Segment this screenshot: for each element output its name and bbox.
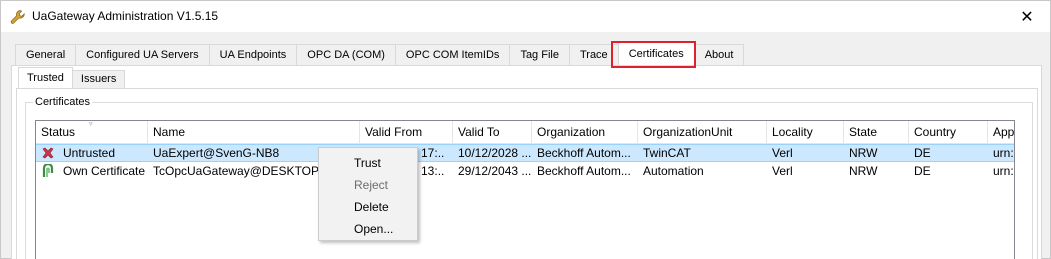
- app-window: UaGateway Administration V1.5.15 ✕ Gener…: [0, 0, 1051, 259]
- window-title: UaGateway Administration V1.5.15: [32, 9, 219, 23]
- table-row[interactable]: Own Certificate TcOpcUaGateway@DESKTOP-2…: [36, 163, 1014, 181]
- cell-organization-unit: Automation: [643, 164, 704, 178]
- tab-general[interactable]: General: [15, 44, 77, 65]
- sub-tabs: Trusted Issuers: [18, 67, 126, 88]
- menu-item-reject: Reject: [354, 178, 389, 192]
- green-certificate-icon: [42, 164, 54, 177]
- red-x-icon: [42, 147, 54, 159]
- subtab-trusted[interactable]: Trusted: [18, 67, 73, 88]
- cell-app: urn:: [993, 164, 1014, 178]
- context-menu: Trust Reject Delete Open...: [318, 147, 418, 241]
- wrench-icon: [10, 10, 25, 24]
- column-header-state[interactable]: State: [844, 121, 909, 144]
- title-bar[interactable]: UaGateway Administration V1.5.15 ✕: [1, 1, 1050, 32]
- certificates-group-label: Certificates: [33, 96, 93, 108]
- tab-opc-da-com[interactable]: OPC DA (COM): [296, 44, 396, 65]
- cell-valid-to: 29/12/2043 ...: [458, 164, 532, 178]
- cell-country: DE: [914, 146, 931, 160]
- cell-organization: Beckhoff Autom...: [537, 146, 631, 160]
- sort-indicator-icon: ▿: [89, 121, 93, 128]
- cell-locality: Verl: [772, 164, 793, 178]
- cell-state: NRW: [849, 164, 878, 178]
- cell-locality: Verl: [772, 146, 793, 160]
- column-header-organization-unit[interactable]: OrganizationUnit: [638, 121, 767, 144]
- certificate-list[interactable]: Status ▿ Name Valid From Valid To Organi…: [35, 120, 1015, 259]
- column-header-name[interactable]: Name: [148, 121, 360, 144]
- tab-configured-ua-servers[interactable]: Configured UA Servers: [75, 44, 210, 65]
- close-icon: ✕: [1020, 8, 1034, 26]
- column-header-country[interactable]: Country: [909, 121, 988, 144]
- tab-about[interactable]: About: [693, 44, 745, 65]
- column-header-valid-to[interactable]: Valid To: [453, 121, 532, 144]
- tab-certificates[interactable]: Certificates: [617, 41, 695, 65]
- table-row[interactable]: Untrusted UaExpert@SvenG-NB8 3 17:.. 10/…: [36, 144, 1014, 162]
- column-header-organization[interactable]: Organization: [532, 121, 638, 144]
- column-header-app[interactable]: App: [988, 121, 1014, 144]
- list-header: Status ▿ Name Valid From Valid To Organi…: [36, 121, 1014, 144]
- cell-organization-unit: TwinCAT: [643, 146, 691, 160]
- cell-status: Own Certificate: [63, 164, 146, 178]
- cell-state: NRW: [849, 146, 878, 160]
- cell-status: Untrusted: [63, 146, 116, 160]
- cell-valid-to: 10/12/2028 ...: [458, 146, 532, 160]
- column-header-locality[interactable]: Locality: [767, 121, 844, 144]
- menu-item-delete[interactable]: Delete: [319, 196, 417, 218]
- column-header-valid-from[interactable]: Valid From: [360, 121, 453, 144]
- tab-opc-com-itemids[interactable]: OPC COM ItemIDs: [394, 44, 511, 65]
- menu-item-open[interactable]: Open...: [319, 218, 417, 240]
- cell-organization: Beckhoff Autom...: [537, 164, 631, 178]
- cell-app: urn:: [993, 146, 1014, 160]
- menu-item-trust[interactable]: Trust: [319, 152, 417, 174]
- subtab-issuers[interactable]: Issuers: [71, 70, 126, 88]
- tab-tag-file[interactable]: Tag File: [509, 44, 570, 65]
- main-tabs: General Configured UA Servers UA Endpoin…: [15, 41, 745, 65]
- close-button[interactable]: ✕: [1004, 1, 1050, 32]
- tab-trace[interactable]: Trace: [568, 44, 619, 65]
- cell-country: DE: [914, 164, 931, 178]
- tab-ua-endpoints[interactable]: UA Endpoints: [208, 44, 298, 65]
